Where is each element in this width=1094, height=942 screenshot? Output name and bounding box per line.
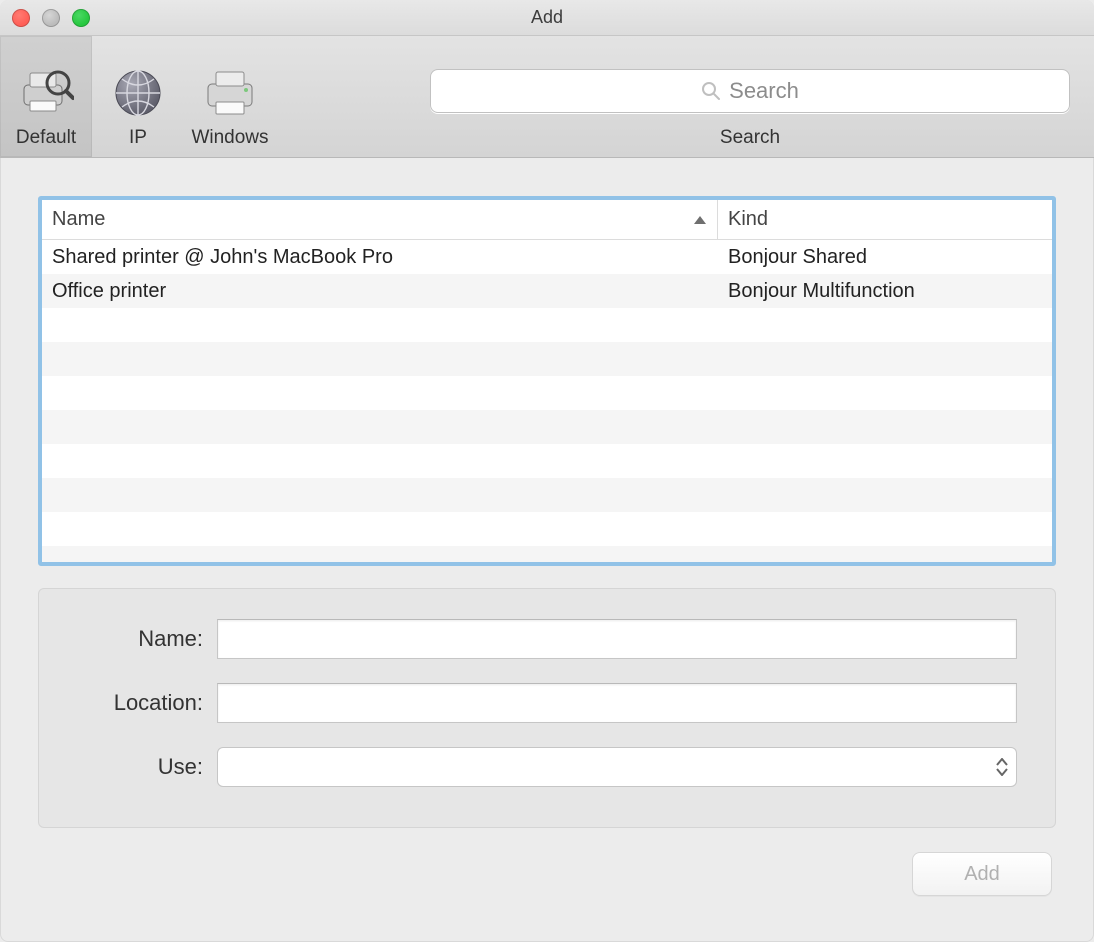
tab-default[interactable]: Default <box>0 36 92 157</box>
table-row[interactable]: Shared printer @ John's MacBook Pro Bonj… <box>42 240 1052 274</box>
tab-ip-label: IP <box>129 127 147 149</box>
search-placeholder: Search <box>729 78 799 104</box>
cell-kind: Bonjour Shared <box>718 246 1052 269</box>
printer-icon <box>202 65 258 121</box>
tab-windows[interactable]: Windows <box>184 36 276 157</box>
globe-icon <box>110 65 166 121</box>
table-row-empty <box>42 342 1052 376</box>
table-row-empty <box>42 444 1052 478</box>
tab-ip[interactable]: IP <box>92 36 184 157</box>
table-row[interactable]: Office printer Bonjour Multifunction <box>42 274 1052 308</box>
search-input[interactable]: Search <box>430 69 1070 113</box>
table-header: Name Kind <box>42 200 1052 240</box>
window-controls <box>12 9 90 27</box>
table-body[interactable]: Shared printer @ John's MacBook Pro Bonj… <box>42 240 1052 562</box>
add-button[interactable]: Add <box>912 852 1052 896</box>
add-button-label: Add <box>964 863 1000 886</box>
name-field[interactable] <box>217 619 1017 659</box>
cell-name: Office printer <box>42 280 718 303</box>
printer-search-icon <box>18 65 74 121</box>
printer-details-form: Name: Location: Use: <box>38 588 1056 828</box>
table-row-empty <box>42 410 1052 444</box>
table-row-empty <box>42 376 1052 410</box>
window-title: Add <box>531 7 563 28</box>
chevron-up-down-icon <box>996 758 1008 776</box>
search-label: Search <box>720 127 780 149</box>
use-select[interactable] <box>217 747 1017 787</box>
zoom-window-button[interactable] <box>72 9 90 27</box>
location-field[interactable] <box>217 683 1017 723</box>
use-label: Use: <box>77 754 217 780</box>
search-icon <box>701 81 721 101</box>
sort-ascending-icon <box>693 212 707 228</box>
minimize-window-button[interactable] <box>42 9 60 27</box>
toolbar: Default <box>0 36 1094 158</box>
name-label: Name: <box>77 626 217 652</box>
column-header-kind-label: Kind <box>728 208 768 231</box>
table-row-empty <box>42 308 1052 342</box>
column-header-kind[interactable]: Kind <box>718 200 1052 239</box>
add-printer-window: Add Default <box>0 0 1094 942</box>
tab-windows-label: Windows <box>191 127 268 149</box>
close-window-button[interactable] <box>12 9 30 27</box>
cell-kind: Bonjour Multifunction <box>718 280 1052 303</box>
table-row-empty <box>42 478 1052 512</box>
content-area: Name Kind Shared printer @ John's MacBoo… <box>0 158 1094 942</box>
column-header-name-label: Name <box>52 208 105 231</box>
tab-default-label: Default <box>16 127 76 149</box>
location-label: Location: <box>77 690 217 716</box>
titlebar: Add <box>0 0 1094 36</box>
toolbar-search-group: Search Search <box>416 36 1084 157</box>
cell-name: Shared printer @ John's MacBook Pro <box>42 246 718 269</box>
table-row-empty <box>42 512 1052 546</box>
footer: Add <box>38 850 1056 896</box>
table-row-empty <box>42 546 1052 562</box>
printer-table: Name Kind Shared printer @ John's MacBoo… <box>38 196 1056 566</box>
column-header-name[interactable]: Name <box>42 200 718 239</box>
toolbar-tabs: Default <box>0 36 276 157</box>
